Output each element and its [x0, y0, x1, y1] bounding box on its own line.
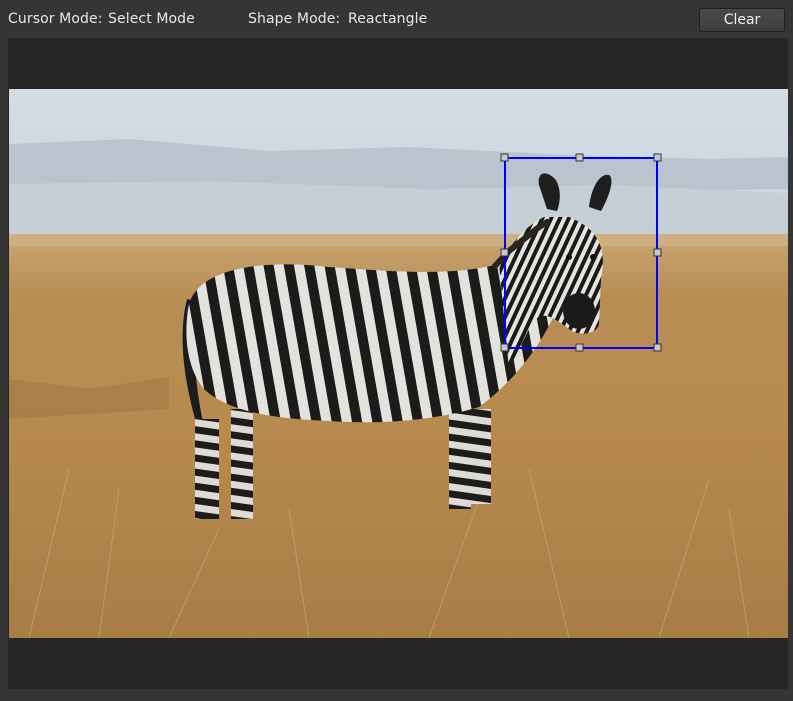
cursor-mode-label: Cursor Mode: [8, 11, 103, 27]
canvas-image[interactable] [9, 89, 788, 638]
cursor-mode-value: Select Mode [108, 11, 195, 27]
status-bar [0, 689, 793, 701]
toolbar: Cursor Mode: Select Mode Shape Mode: Rea… [0, 0, 793, 38]
shape-mode-label: Shape Mode: [248, 11, 341, 27]
app-window: Cursor Mode: Select Mode Shape Mode: Rea… [0, 0, 793, 701]
clear-button[interactable]: Clear [699, 8, 785, 32]
shape-mode-value: Reactangle [348, 11, 428, 27]
